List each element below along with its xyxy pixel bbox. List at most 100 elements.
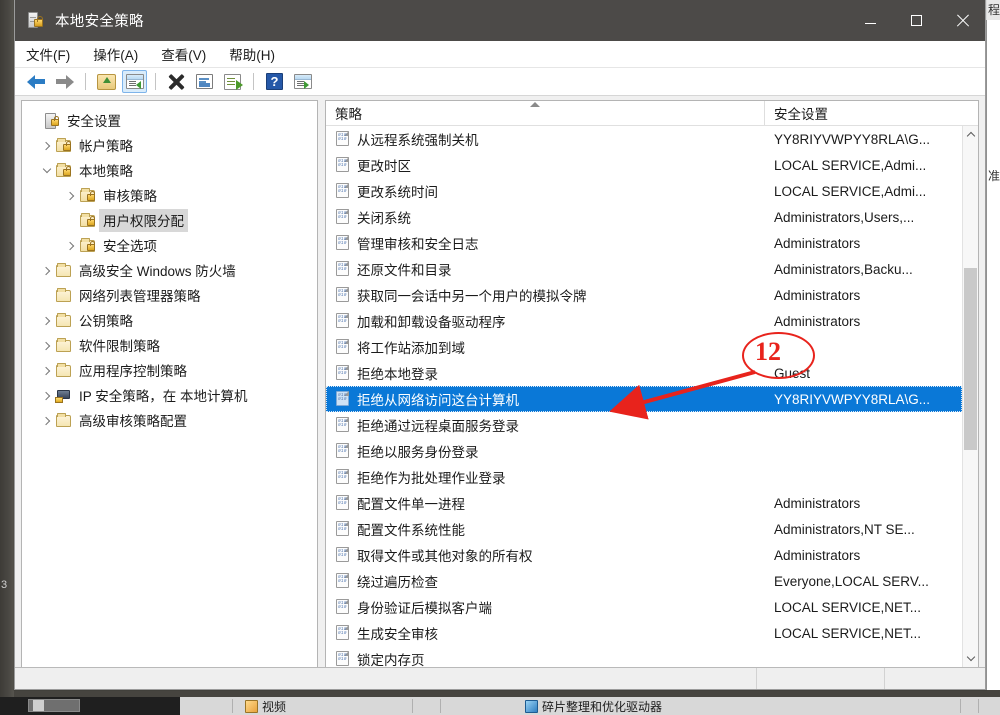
policy-document-icon: 010 010 [335,443,351,459]
taskbar-separator-2 [412,699,413,713]
table-row[interactable]: 010 010 拒绝作为批处理作业登录 [326,464,962,490]
table-row[interactable]: 010 010 锁定内存页 [326,646,962,667]
policy-name-cell: 010 010 更改时区 [326,155,764,175]
folder-lock-icon [79,187,97,204]
table-row[interactable]: 010 010 拒绝本地登录 Guest [326,360,962,386]
tree-node-audit-policy[interactable]: 审核策略 [22,183,317,208]
tree-node-user-rights-assignment[interactable]: 用户权限分配 [22,208,317,233]
tree-node-public-key-policies[interactable]: 公钥策略 [22,308,317,333]
table-row[interactable]: 010 010 绕过遍历检查 Everyone,LOCAL SERV... [326,568,962,594]
forward-arrow-icon[interactable] [52,70,77,93]
table-row[interactable]: 010 010 更改时区 LOCAL SERVICE,Admi... [326,152,962,178]
background-window-glyph-top: 程 [988,4,1000,17]
list-vertical-scrollbar[interactable] [962,126,978,667]
minimize-button[interactable] [847,0,893,41]
policy-name-label: 还原文件和目录 [357,263,452,278]
table-row-selected[interactable]: 010 010 拒绝从网络访问这台计算机 YY8RIYVWPYY8RLA\G... [326,386,962,412]
status-bar-middle [757,668,885,689]
close-button[interactable] [939,0,985,41]
tree-node-network-list-manager[interactable]: 网络列表管理器策略 [22,283,317,308]
tree-node-security-settings[interactable]: 安全设置 [22,108,317,133]
maximize-button[interactable] [893,0,939,41]
export-list-icon[interactable] [220,70,245,93]
delete-icon[interactable] [164,70,189,93]
scroll-down-button[interactable] [963,650,978,667]
taskbar-item-defrag[interactable]: 碎片整理和优化驱动器 [525,698,775,715]
table-row[interactable]: 010 010 身份验证后模拟客户端 LOCAL SERVICE,NET... [326,594,962,620]
tree-node-software-restriction[interactable]: 软件限制策略 [22,333,317,358]
background-window-right[interactable] [986,0,1000,690]
chevron-right-icon[interactable] [63,191,79,200]
table-row[interactable]: 010 010 生成安全审核 LOCAL SERVICE,NET... [326,620,962,646]
menu-item-file[interactable]: 文件(F) [26,41,81,67]
start-button-icon[interactable] [33,700,44,711]
table-row[interactable]: 010 010 配置文件系统性能 Administrators,NT SE... [326,516,962,542]
policy-name-cell: 010 010 将工作站添加到域 [326,337,764,357]
menu-item-help[interactable]: 帮助(H) [229,41,286,67]
chevron-right-icon[interactable] [39,391,55,400]
table-row[interactable]: 010 010 配置文件单一进程 Administrators [326,490,962,516]
policy-list-pane: 策略 安全设置 010 010 从远程系统强制关机 YY8RIYVWPYY8RLA… [325,100,979,668]
tree-node-ip-security-policies[interactable]: IP 安全策略，在 本地计算机 [22,383,317,408]
taskbar-separator-4 [960,699,961,713]
scrollbar-thumb[interactable] [964,268,977,450]
help-icon[interactable]: ? [262,70,287,93]
up-folder-icon[interactable] [94,70,119,93]
policy-name-cell: 010 010 拒绝通过远程桌面服务登录 [326,415,764,435]
properties-icon[interactable] [192,70,217,93]
chevron-right-icon[interactable] [39,266,55,275]
table-row[interactable]: 010 010 拒绝以服务身份登录 [326,438,962,464]
tree-node-local-policies[interactable]: 本地策略 [22,158,317,183]
show-tree-icon[interactable] [122,70,147,93]
policy-name-label: 更改系统时间 [357,185,438,200]
policy-name-cell: 010 010 加载和卸载设备驱动程序 [326,311,764,331]
column-header-security-setting[interactable]: 安全设置 [764,101,978,125]
table-row[interactable]: 010 010 从远程系统强制关机 YY8RIYVWPYY8RLA\G... [326,126,962,152]
security-setting-cell: Administrators [774,495,861,511]
window-icon[interactable] [290,70,315,93]
chevron-right-icon[interactable] [63,241,79,250]
policy-name-label: 身份验证后模拟客户端 [357,601,492,616]
tree-node-windows-firewall[interactable]: 高级安全 Windows 防火墙 [22,258,317,283]
table-row[interactable]: 010 010 管理审核和安全日志 Administrators [326,230,962,256]
table-row[interactable]: 010 010 更改系统时间 LOCAL SERVICE,Admi... [326,178,962,204]
policy-document-icon: 010 010 [335,131,351,147]
column-header-policy[interactable]: 策略 [326,101,764,125]
background-window-glyph: 准 [988,170,1000,183]
chevron-right-icon[interactable] [39,341,55,350]
sort-ascending-icon [530,102,540,107]
tree-node-security-options[interactable]: 安全选项 [22,233,317,258]
taskbar: 视频 碎片整理和优化驱动器 [0,697,1000,715]
table-row[interactable]: 010 010 将工作站添加到域 [326,334,962,360]
tree-node-account-policies[interactable]: 帐户策略 [22,133,317,158]
scroll-up-button[interactable] [963,126,978,143]
policy-document-icon: 010 010 [335,651,351,667]
tree-node-label: 安全设置 [67,114,121,129]
policy-name-cell: 010 010 绕过遍历检查 [326,571,764,591]
table-row[interactable]: 010 010 取得文件或其他对象的所有权 Administrators [326,542,962,568]
policy-name-label: 生成安全审核 [357,627,438,642]
tree-node-label: 本地策略 [79,164,133,179]
security-setting-cell: Everyone,LOCAL SERV... [774,573,929,589]
chevron-right-icon[interactable] [39,141,55,150]
policy-document-icon: 010 010 [335,495,351,511]
taskbar-item-video[interactable]: 视频 [245,698,405,715]
table-row[interactable]: 010 010 拒绝通过远程桌面服务登录 [326,412,962,438]
chevron-down-icon[interactable] [39,164,55,174]
policy-name-cell: 010 010 拒绝作为批处理作业登录 [326,467,764,487]
menu-item-view[interactable]: 查看(V) [161,41,217,67]
policy-name-cell: 010 010 身份验证后模拟客户端 [326,597,764,617]
tree-node-advanced-audit-policy[interactable]: 高级审核策略配置 [22,408,317,433]
security-setting-cell: LOCAL SERVICE,Admi... [774,157,927,173]
table-row[interactable]: 010 010 加载和卸载设备驱动程序 Administrators [326,308,962,334]
chevron-right-icon[interactable] [39,366,55,375]
back-arrow-icon[interactable] [24,70,49,93]
chevron-right-icon[interactable] [39,416,55,425]
tree-node-application-control[interactable]: 应用程序控制策略 [22,358,317,383]
table-row[interactable]: 010 010 还原文件和目录 Administrators,Backu... [326,256,962,282]
window-titlebar[interactable]: 本地安全策略 [15,0,985,41]
table-row[interactable]: 010 010 关闭系统 Administrators,Users,... [326,204,962,230]
table-row[interactable]: 010 010 获取同一会话中另一个用户的模拟令牌 Administrators [326,282,962,308]
chevron-right-icon[interactable] [39,316,55,325]
menu-item-action[interactable]: 操作(A) [93,41,149,67]
